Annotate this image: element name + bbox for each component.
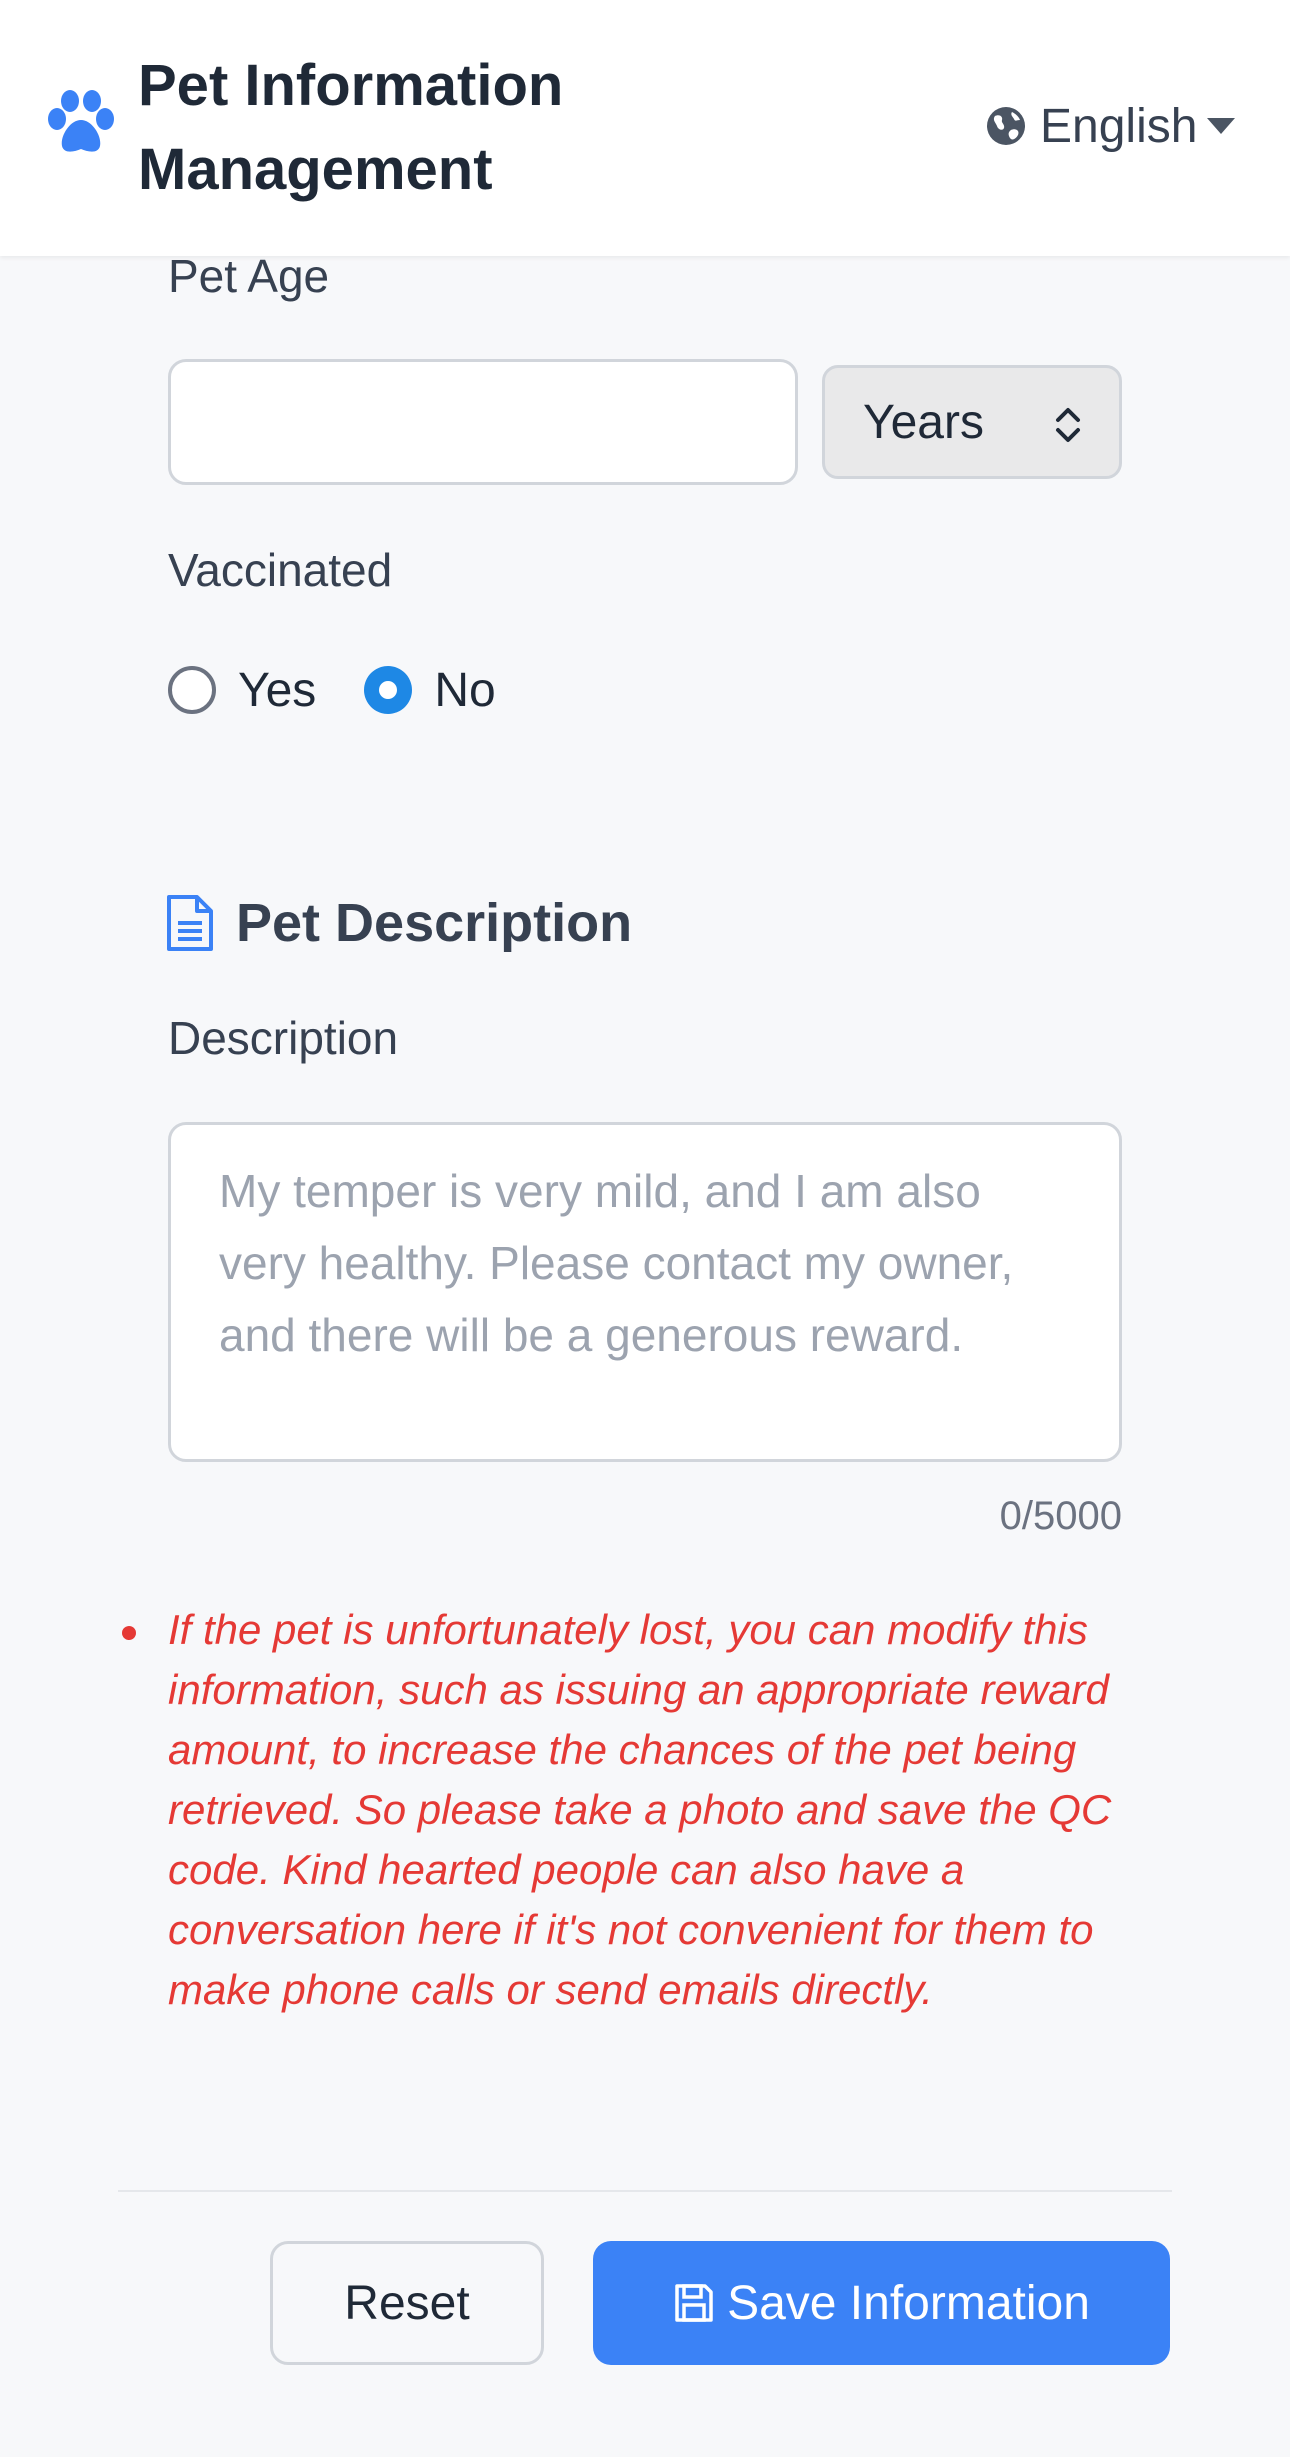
app-header: Pet Information Management English xyxy=(0,0,1290,256)
notice-text: If the pet is unfortunately lost, you ca… xyxy=(168,1606,1112,2013)
description-textarea[interactable]: My temper is very mild, and I am also ve… xyxy=(168,1122,1122,1462)
paw-icon xyxy=(48,90,114,152)
language-selector[interactable]: English xyxy=(986,96,1236,156)
radio-option-yes[interactable]: Yes xyxy=(168,663,316,718)
pet-description-heading: Pet Description xyxy=(166,888,632,958)
page: Pet Information Management English Pet A… xyxy=(0,0,1290,2457)
description-label: Description xyxy=(168,1012,399,1064)
lost-pet-notice: If the pet is unfortunately lost, you ca… xyxy=(122,1600,1128,2020)
divider xyxy=(118,2190,1172,2192)
radio-no[interactable] xyxy=(364,666,413,714)
radio-yes-label: Yes xyxy=(238,663,317,717)
document-icon xyxy=(167,895,213,951)
section-title: Pet Description xyxy=(236,893,633,953)
vaccinated-label: Vaccinated xyxy=(168,544,393,596)
character-counter: 0/5000 xyxy=(999,1494,1122,1538)
save-button-label: Save Information xyxy=(727,2276,1090,2330)
age-unit-select[interactable]: Years xyxy=(822,365,1122,479)
language-label: English xyxy=(1040,99,1198,153)
save-information-button[interactable]: Save Information xyxy=(593,2241,1170,2365)
bullet-icon xyxy=(122,1626,136,1640)
radio-no-label: No xyxy=(434,663,496,717)
vaccinated-radio-group: Yes No xyxy=(168,660,544,720)
page-title: Pet Information Management xyxy=(138,53,564,202)
pet-age-input[interactable] xyxy=(168,359,798,485)
globe-icon xyxy=(987,107,1025,145)
caret-down-icon xyxy=(1207,118,1236,134)
age-unit-value: Years xyxy=(863,395,984,449)
chevron-up-down-icon xyxy=(1056,408,1080,442)
reset-button[interactable]: Reset xyxy=(270,2241,544,2365)
radio-option-no[interactable]: No xyxy=(364,663,496,718)
save-icon xyxy=(675,2284,713,2322)
radio-yes[interactable] xyxy=(168,666,216,714)
